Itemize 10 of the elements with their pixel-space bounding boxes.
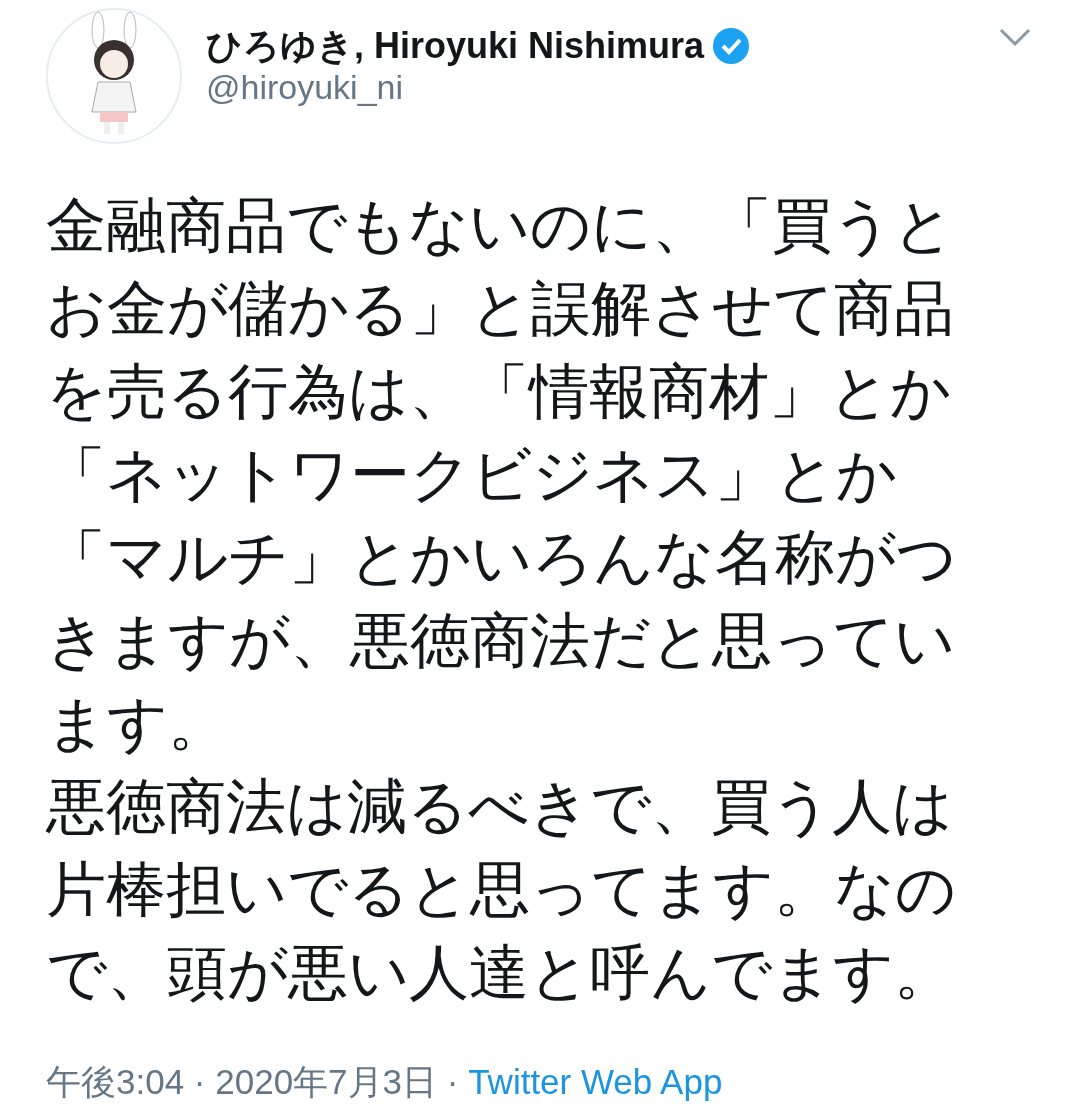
author-name[interactable]: ひろゆき, Hiroyuki Nishimura: [206, 24, 705, 68]
tweet-text: 悪徳商法は減るべきで、買う人は 片棒担いでると思ってます。なの で、頭が悪い人達と呼んでます。: [46, 770, 957, 1009]
separator-dot: ·: [193, 1062, 206, 1101]
tweet-text: 金融商品でもないのに、「買うと お金が儲かる」と誤解させて商品 を売る行為は、「情報商材」とか 「ネットワークビジネス」とか 「マルチ」とかいろんな名称がつ きますが、悪徳商法だと思ってい ます。: [46, 189, 958, 760]
separator-dot: ·: [446, 1062, 459, 1101]
avatar-icon[interactable]: [46, 8, 182, 144]
tweet-time[interactable]: 午後3:04: [46, 1062, 185, 1101]
tweet-date[interactable]: 2020年7月3日: [215, 1062, 438, 1101]
source-link[interactable]: Twitter Web App: [468, 1062, 723, 1101]
author-handle[interactable]: @hiroyuki_ni: [206, 67, 998, 108]
